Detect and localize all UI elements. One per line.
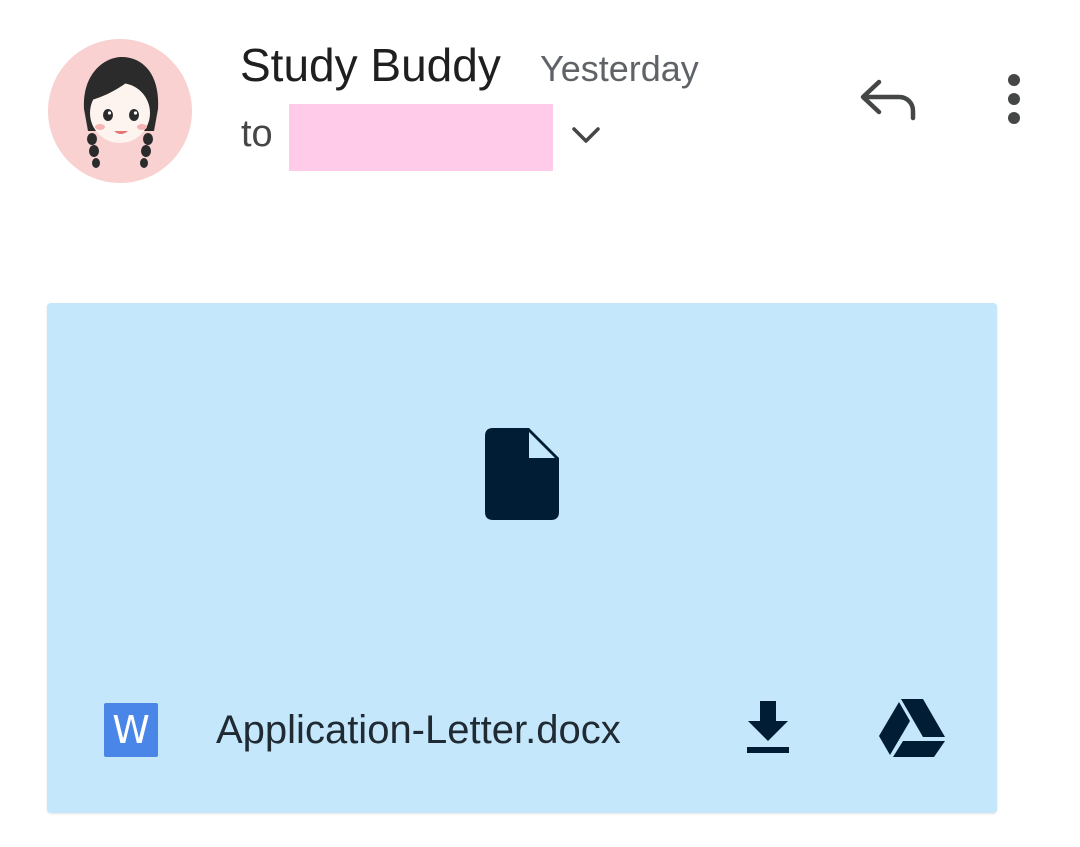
file-icon: [485, 428, 559, 520]
google-drive-icon: [879, 699, 945, 757]
chevron-down-icon: [572, 127, 600, 143]
sender-name: Study Buddy: [240, 39, 501, 91]
reply-icon: [860, 79, 916, 121]
file-preview: [485, 428, 559, 520]
more-vert-icon: [1008, 74, 1020, 124]
expand-details-button[interactable]: [567, 116, 605, 154]
avatar[interactable]: [48, 39, 192, 183]
recipient-label: to: [241, 113, 273, 155]
message-date: Yesterday: [540, 48, 699, 89]
reply-button[interactable]: [855, 70, 921, 130]
word-file-icon: W: [104, 703, 158, 757]
download-icon: [747, 701, 789, 753]
attachment-file-name: Application-Letter.docx: [216, 708, 621, 752]
more-options-button[interactable]: [994, 70, 1034, 130]
girl-avatar-icon: [48, 39, 192, 183]
attachment-card[interactable]: W Application-Letter.docx: [47, 303, 997, 813]
save-to-drive-button[interactable]: [879, 697, 945, 757]
download-button[interactable]: [745, 701, 791, 755]
recipient-redacted: [289, 104, 553, 171]
